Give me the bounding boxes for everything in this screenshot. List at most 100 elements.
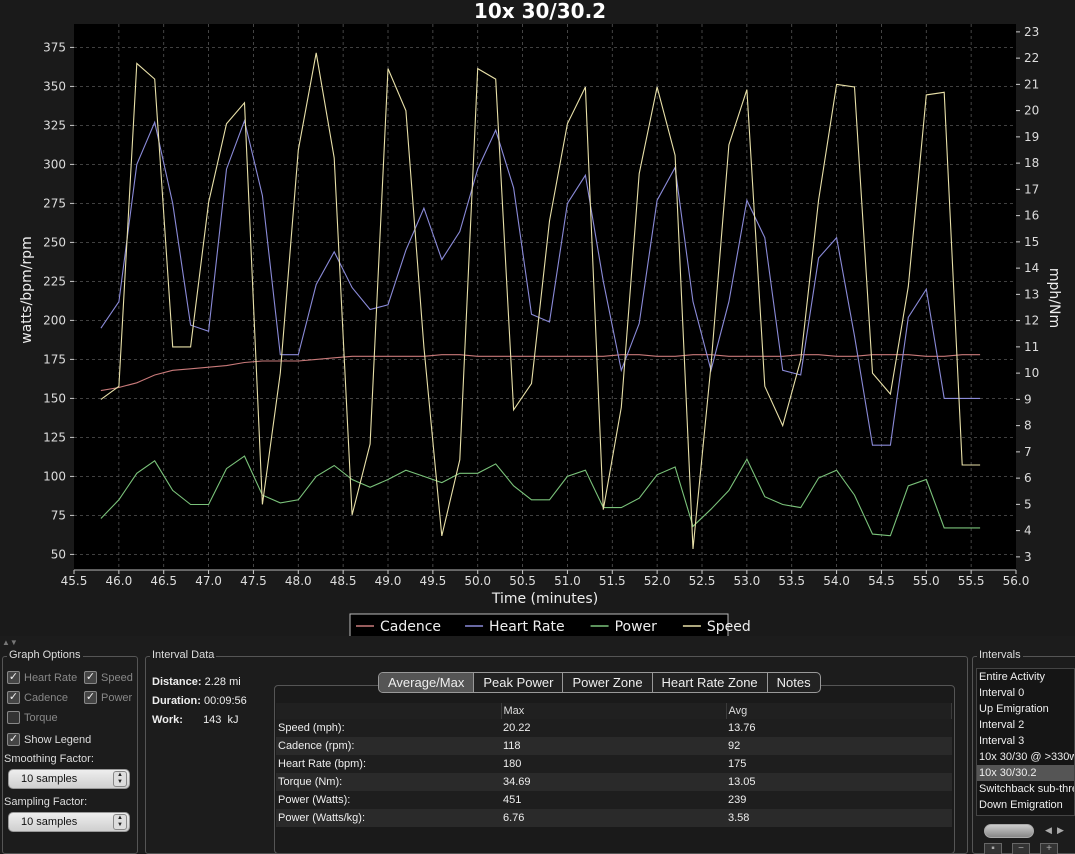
tab-average-max[interactable]: Average/Max — [379, 673, 474, 692]
interval-item[interactable]: Up Emigration — [977, 701, 1074, 717]
table-row[interactable]: Torque (Nm): 34.69 13.05 — [276, 773, 952, 791]
row-max: 20.22 — [501, 719, 726, 737]
interval-data-title: Interval Data — [150, 649, 217, 661]
heart-rate-checkbox[interactable]: ✓ Heart Rate — [7, 671, 77, 684]
y-right-tick-label: 18 — [1024, 156, 1039, 170]
plot-area — [74, 24, 1016, 570]
x-tick-label: 53.5 — [778, 574, 805, 588]
y-right-tick-label: 11 — [1024, 340, 1039, 354]
speed-checkbox[interactable]: ✓ Speed — [84, 671, 133, 684]
y-left-tick-label: 300 — [43, 157, 66, 171]
torque-label: Torque — [24, 711, 58, 724]
x-tick-label: 52.0 — [644, 574, 671, 588]
intervals-title: Intervals — [977, 649, 1023, 661]
table-row[interactable]: Speed (mph): 20.22 13.76 — [276, 719, 952, 737]
row-max: 34.69 — [501, 773, 726, 791]
legend-label: Heart Rate — [489, 619, 565, 635]
tab-heart-rate-zone[interactable]: Heart Rate Zone — [651, 673, 767, 692]
sampling-value: 10 samples — [21, 816, 78, 828]
x-tick-label: 50.0 — [464, 574, 491, 588]
line-chart: 10x 30/30.2 45.5 46.0 46.5 47.0 47.5 48.0 48.5… — [0, 0, 1075, 640]
interval-item[interactable]: Entire Activity — [977, 669, 1074, 685]
x-tick-label: 55.5 — [958, 574, 985, 588]
y-left-tick-label: 250 — [43, 235, 66, 249]
x-tick-label: 54.5 — [868, 574, 895, 588]
spinner-arrows-icon[interactable]: ▲ ▼ — [113, 771, 127, 787]
x-tick-label: 51.0 — [554, 574, 581, 588]
heart-rate-label: Heart Rate — [24, 671, 78, 684]
y-left-tick-label: 100 — [43, 469, 66, 483]
y-left-tick-label: 150 — [43, 391, 66, 405]
y-right-tick-label: 14 — [1024, 261, 1039, 275]
sampling-factor-spinner[interactable]: 10 samples ▲ ▼ — [8, 812, 130, 832]
x-tick-label: 56.0 — [1003, 574, 1030, 588]
interval-item[interactable]: Interval 3 — [977, 733, 1074, 749]
power-label: Power — [101, 691, 133, 704]
row-max: 118 — [501, 737, 726, 755]
x-tick-label: 49.0 — [375, 574, 402, 588]
legend-label: Cadence — [380, 619, 441, 635]
y-right-tick-label: 6 — [1024, 471, 1032, 485]
stats-tabs: Average/Max Peak Power Power Zone Heart … — [378, 672, 821, 693]
work-field: Work: 143 kJ — [152, 714, 239, 726]
x-tick-label: 47.0 — [195, 574, 222, 588]
scroll-right-icon[interactable]: ▶ — [1057, 825, 1064, 836]
resize-arrows-icon[interactable]: ▲▼ — [2, 638, 18, 647]
interval-item[interactable]: Interval 2 — [977, 717, 1074, 733]
interval-item[interactable]: Interval 0 — [977, 685, 1074, 701]
torque-checkbox[interactable]: Torque — [7, 711, 58, 724]
tab-peak-power[interactable]: Peak Power — [473, 673, 562, 692]
duration-field: Duration: 00:09:56 — [152, 695, 247, 707]
tab-power-zone[interactable]: Power Zone — [562, 673, 651, 692]
interval-item-selected[interactable]: 10x 30/30.2 — [977, 765, 1074, 781]
y-right-tick-label: 4 — [1024, 524, 1032, 538]
interval-action-icon[interactable]: ▪ — [984, 843, 1002, 854]
y-right-tick-label: 12 — [1024, 314, 1039, 328]
x-tick-label: 46.0 — [105, 574, 132, 588]
x-tick-label: 51.5 — [599, 574, 626, 588]
x-tick-label: 48.5 — [330, 574, 357, 588]
tab-notes[interactable]: Notes — [766, 673, 820, 692]
y-right-tick-label: 22 — [1024, 51, 1039, 65]
row-avg: 92 — [726, 737, 952, 755]
y-right-tick-label: 20 — [1024, 104, 1039, 118]
smoothing-value: 10 samples — [21, 773, 78, 785]
x-axis-label: Time (minutes) — [491, 591, 598, 607]
row-avg: 13.05 — [726, 773, 952, 791]
show-legend-checkbox[interactable]: ✓ Show Legend — [7, 733, 91, 746]
row-label: Cadence (rpm): — [276, 737, 501, 755]
x-tick-label: 53.0 — [733, 574, 760, 588]
scroll-left-icon[interactable]: ◀ — [1045, 825, 1052, 836]
table-header-row: Max Avg — [276, 703, 952, 719]
x-tick-label: 50.5 — [509, 574, 536, 588]
y-left-tick-label: 275 — [43, 196, 66, 210]
y-left-tick-label: 200 — [43, 313, 66, 327]
interval-item[interactable]: Down Emigration — [977, 797, 1074, 813]
cadence-label: Cadence — [24, 691, 69, 704]
interval-item[interactable]: 10x 30/30 @ >330w — [977, 749, 1074, 765]
table-row[interactable]: Power (Watts/kg): 6.76 3.58 — [276, 809, 952, 827]
sampling-factor-label: Sampling Factor: — [4, 796, 88, 808]
cadence-checkbox[interactable]: ✓ Cadence — [7, 691, 68, 704]
y-right-tick-label: 9 — [1024, 392, 1032, 406]
table-row[interactable]: Cadence (rpm): 118 92 — [276, 737, 952, 755]
checkmark-icon: ✓ — [7, 691, 20, 704]
column-header-max: Max — [501, 703, 727, 719]
interval-item[interactable]: Switchback sub-threshold — [977, 781, 1074, 797]
smoothing-factor-spinner[interactable]: 10 samples ▲ ▼ — [8, 769, 130, 789]
table-row[interactable]: Heart Rate (bpm): 180 175 — [276, 755, 952, 773]
x-tick-label: 49.5 — [419, 574, 446, 588]
table-row[interactable]: Power (Watts): 451 239 — [276, 791, 952, 809]
remove-interval-icon[interactable]: − — [1012, 843, 1030, 854]
spinner-arrows-icon[interactable]: ▲ ▼ — [113, 814, 127, 830]
x-tick-label: 55.0 — [913, 574, 940, 588]
intervals-scrollbar[interactable] — [984, 824, 1034, 838]
y-right-tick-label: 23 — [1024, 25, 1039, 39]
y-right-tick-label: 21 — [1024, 77, 1039, 91]
y-left-tick-label: 75 — [51, 508, 66, 522]
add-interval-icon[interactable]: + — [1040, 843, 1058, 854]
y-right-tick-label: 8 — [1024, 419, 1032, 433]
row-label: Torque (Nm): — [276, 773, 501, 791]
power-checkbox[interactable]: ✓ Power — [84, 691, 132, 704]
x-tick-label: 52.5 — [689, 574, 716, 588]
